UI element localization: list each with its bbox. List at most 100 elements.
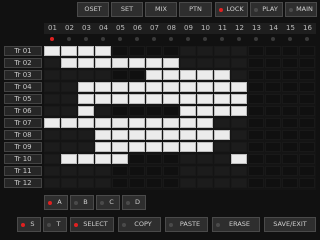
c-button[interactable]: C [96, 195, 120, 210]
step-cell[interactable] [129, 142, 145, 152]
step-cell[interactable] [44, 94, 60, 104]
step-cell[interactable] [197, 130, 213, 140]
step-cell[interactable] [265, 118, 281, 128]
step-cell[interactable] [197, 70, 213, 80]
step-cell[interactable] [214, 46, 230, 56]
step-cell[interactable] [282, 58, 298, 68]
step-cell[interactable] [231, 70, 247, 80]
step-cell[interactable] [95, 166, 111, 176]
step-cell[interactable] [78, 154, 94, 164]
step-cell[interactable] [197, 154, 213, 164]
step-cell[interactable] [265, 166, 281, 176]
track-label-2[interactable]: Tr 02 [4, 58, 42, 68]
d-button[interactable]: D [122, 195, 146, 210]
step-cell[interactable] [129, 130, 145, 140]
step-cell[interactable] [180, 178, 196, 188]
track-label-6[interactable]: Tr 06 [4, 106, 42, 116]
set-button[interactable]: SET [111, 2, 143, 17]
step-cell[interactable] [44, 166, 60, 176]
step-cell[interactable] [299, 58, 315, 68]
step-cell[interactable] [214, 70, 230, 80]
step-cell[interactable] [61, 178, 77, 188]
step-cell[interactable] [231, 118, 247, 128]
step-cell[interactable] [299, 154, 315, 164]
step-cell[interactable] [299, 130, 315, 140]
step-cell[interactable] [78, 166, 94, 176]
step-cell[interactable] [95, 154, 111, 164]
paste-button[interactable]: PASTE [165, 217, 208, 232]
step-cell[interactable] [78, 70, 94, 80]
step-cell[interactable] [231, 178, 247, 188]
step-cell[interactable] [146, 94, 162, 104]
ptn-button[interactable]: PTN [179, 2, 212, 17]
t-button[interactable]: T [43, 217, 67, 232]
s-button[interactable]: S [17, 217, 41, 232]
step-cell[interactable] [197, 178, 213, 188]
step-cell[interactable] [163, 58, 179, 68]
step-cell[interactable] [78, 178, 94, 188]
step-cell[interactable] [163, 46, 179, 56]
step-cell[interactable] [282, 154, 298, 164]
step-cell[interactable] [61, 106, 77, 116]
step-cell[interactable] [231, 58, 247, 68]
step-cell[interactable] [231, 46, 247, 56]
step-cell[interactable] [146, 166, 162, 176]
step-cell[interactable] [248, 94, 264, 104]
step-cell[interactable] [214, 154, 230, 164]
step-cell[interactable] [299, 142, 315, 152]
erase-button[interactable]: ERASE [212, 217, 260, 232]
step-cell[interactable] [44, 154, 60, 164]
step-cell[interactable] [163, 130, 179, 140]
step-cell[interactable] [146, 154, 162, 164]
step-cell[interactable] [61, 154, 77, 164]
step-cell[interactable] [248, 106, 264, 116]
step-cell[interactable] [78, 130, 94, 140]
step-cell[interactable] [163, 106, 179, 116]
step-cell[interactable] [248, 166, 264, 176]
step-cell[interactable] [282, 94, 298, 104]
step-cell[interactable] [95, 58, 111, 68]
track-label-12[interactable]: Tr 12 [4, 178, 42, 188]
step-cell[interactable] [95, 142, 111, 152]
step-cell[interactable] [265, 130, 281, 140]
step-cell[interactable] [197, 142, 213, 152]
step-cell[interactable] [112, 130, 128, 140]
step-cell[interactable] [44, 106, 60, 116]
main-button[interactable]: MAIN [285, 2, 317, 17]
step-cell[interactable] [112, 106, 128, 116]
step-cell[interactable] [95, 106, 111, 116]
step-cell[interactable] [197, 106, 213, 116]
step-cell[interactable] [282, 82, 298, 92]
step-cell[interactable] [214, 166, 230, 176]
step-cell[interactable] [180, 94, 196, 104]
step-cell[interactable] [265, 178, 281, 188]
step-cell[interactable] [112, 46, 128, 56]
step-cell[interactable] [61, 58, 77, 68]
step-cell[interactable] [299, 178, 315, 188]
step-cell[interactable] [248, 70, 264, 80]
step-cell[interactable] [214, 58, 230, 68]
step-cell[interactable] [78, 94, 94, 104]
step-cell[interactable] [299, 118, 315, 128]
step-cell[interactable] [299, 106, 315, 116]
step-cell[interactable] [299, 82, 315, 92]
step-cell[interactable] [129, 166, 145, 176]
step-cell[interactable] [282, 70, 298, 80]
step-cell[interactable] [61, 94, 77, 104]
step-cell[interactable] [112, 178, 128, 188]
step-cell[interactable] [282, 118, 298, 128]
step-cell[interactable] [231, 166, 247, 176]
track-label-8[interactable]: Tr 08 [4, 130, 42, 140]
step-cell[interactable] [248, 154, 264, 164]
step-cell[interactable] [61, 46, 77, 56]
step-cell[interactable] [299, 46, 315, 56]
step-cell[interactable] [265, 142, 281, 152]
step-cell[interactable] [146, 82, 162, 92]
step-cell[interactable] [129, 46, 145, 56]
step-cell[interactable] [180, 166, 196, 176]
step-cell[interactable] [231, 82, 247, 92]
step-cell[interactable] [265, 106, 281, 116]
step-cell[interactable] [231, 154, 247, 164]
step-cell[interactable] [282, 178, 298, 188]
lock-button[interactable]: LOCK [215, 2, 248, 17]
